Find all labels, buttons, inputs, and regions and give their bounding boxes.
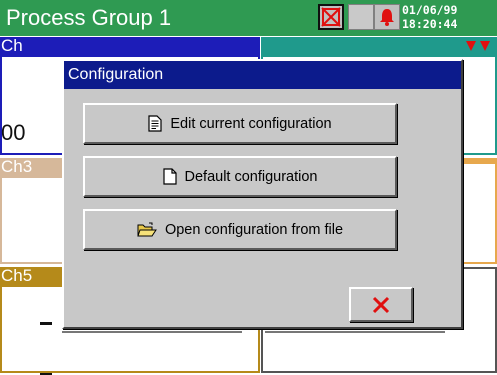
dialog-title: Configuration [68, 66, 164, 83]
default-configuration-button[interactable]: Default configuration [83, 156, 397, 197]
close-button[interactable] [349, 287, 413, 322]
date-text: 01/06/99 [402, 3, 458, 17]
alarm-disabled-icon[interactable] [318, 4, 344, 30]
time-text: 18:20:44 [402, 17, 458, 31]
channel-header: Ch [0, 36, 260, 55]
channel-dash [40, 322, 52, 325]
blank-document-icon [162, 168, 177, 185]
edit-current-configuration-button[interactable]: Edit current configuration [83, 103, 397, 144]
channel-label: Ch [1, 36, 23, 55]
button-label: Edit current configuration [170, 115, 332, 132]
open-configuration-from-file-button[interactable]: Open configuration from file [83, 209, 397, 250]
open-folder-icon [137, 222, 157, 238]
clock: 01/06/99 18:20:44 [402, 3, 457, 31]
blank-indicator[interactable] [348, 4, 374, 30]
button-label: Open configuration from file [164, 221, 344, 238]
alarm-bell-icon[interactable] [374, 4, 400, 30]
configuration-dialog: Configuration Edit current configuration… [62, 59, 463, 329]
channel-dash [265, 331, 445, 333]
channel-header [261, 37, 497, 55]
dialog-titlebar: Configuration [64, 61, 461, 89]
edit-document-icon [148, 115, 162, 132]
channel-label: Ch3 [1, 157, 33, 176]
title-bar: Process Group 1 01/06/99 18:20:44 [0, 0, 497, 36]
close-x-icon [372, 296, 390, 314]
channel-dash [62, 331, 242, 333]
channel-label: Ch5 [1, 266, 33, 285]
button-label: Default configuration [184, 168, 318, 185]
channel-value: 00 [1, 120, 26, 145]
page-title: Process Group 1 [6, 5, 172, 30]
